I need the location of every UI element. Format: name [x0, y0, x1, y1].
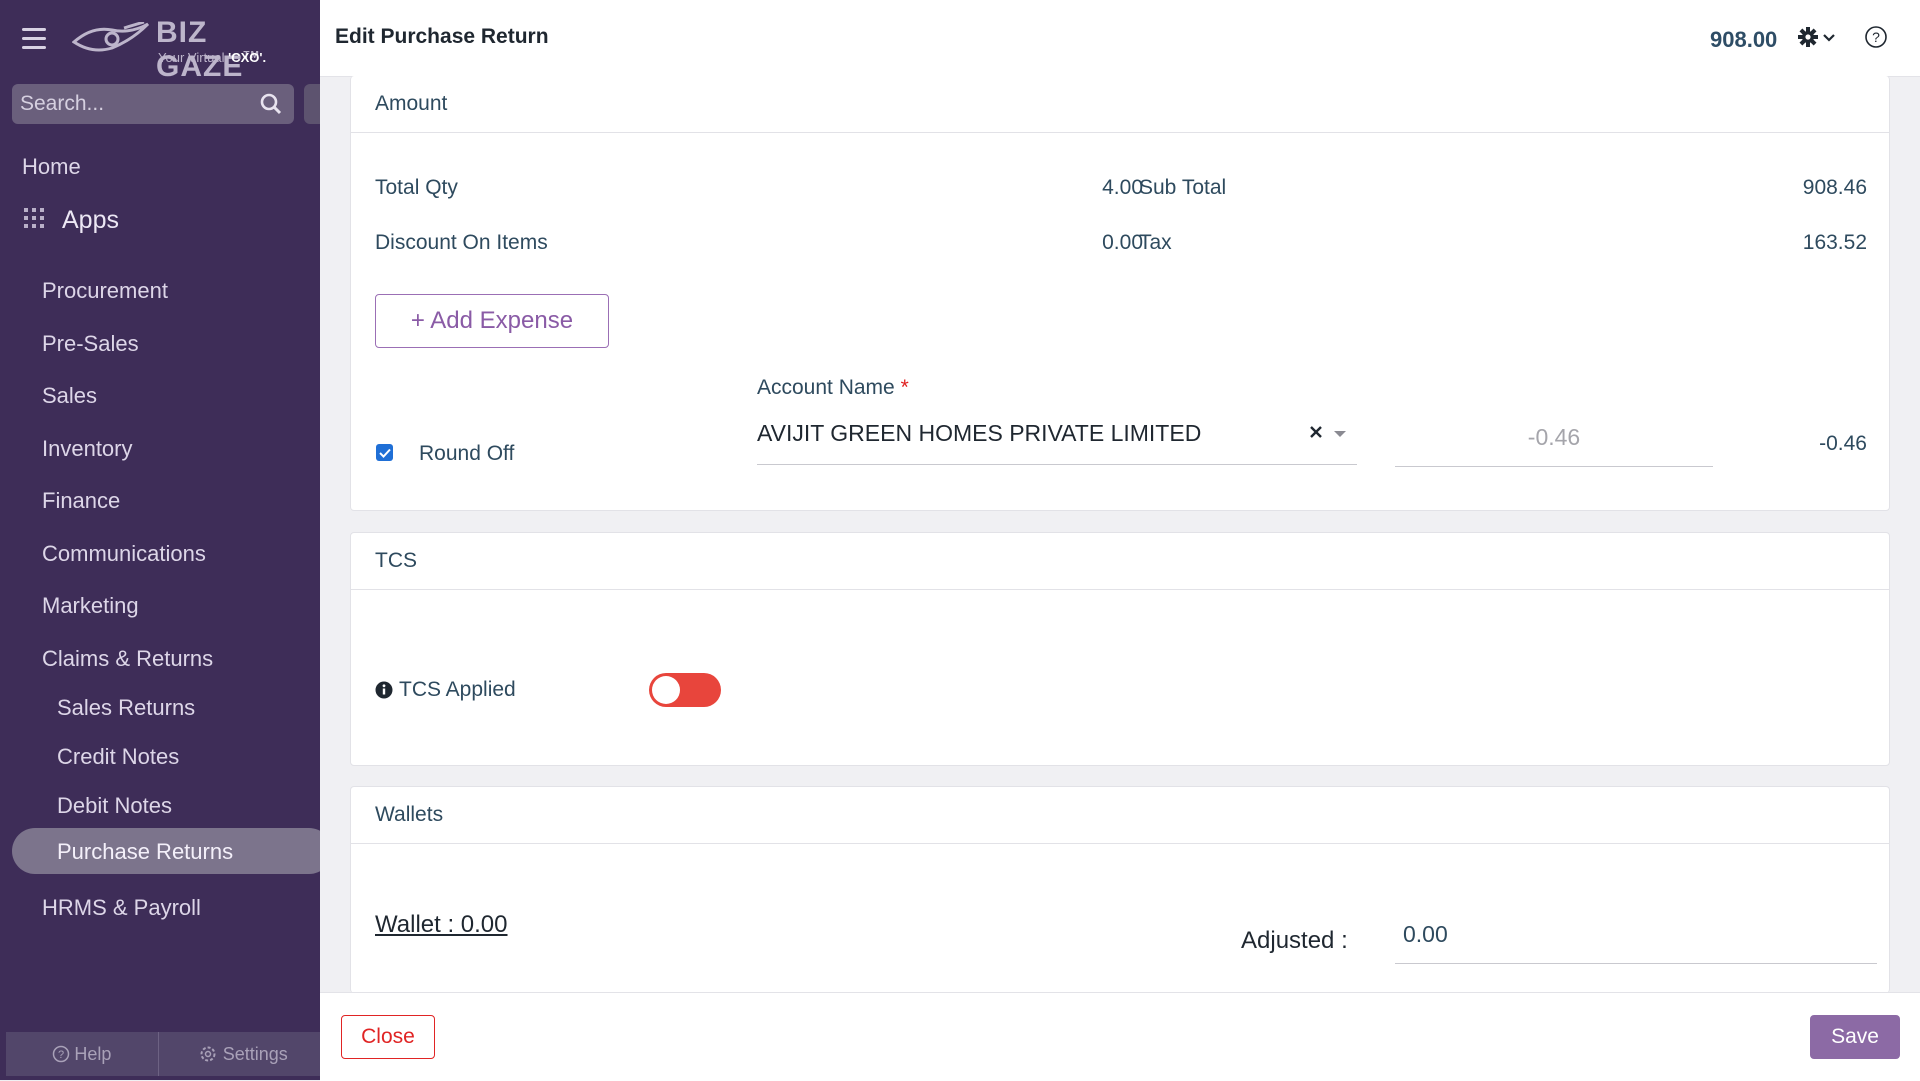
round-off-value: -0.46 — [1819, 432, 1867, 455]
sidebar-footer: ? Help Settings — [6, 1032, 320, 1076]
account-name-label: Account Name * — [757, 376, 909, 400]
sidebar-item-label: Sales — [42, 383, 98, 408]
toggle-knob — [652, 676, 680, 704]
gear-icon[interactable] — [1798, 27, 1818, 47]
total-qty-label: Total Qty — [375, 176, 458, 199]
tcs-card: TCS TCS Applied — [350, 532, 1890, 766]
sidebar-item-hrms-payroll[interactable]: HRMS & Payroll — [0, 887, 320, 927]
save-button[interactable]: Save — [1810, 1015, 1900, 1059]
sidebar-item-label: Apps — [62, 206, 119, 234]
logo-eye-icon — [72, 22, 150, 52]
sidebar-item-label: Debit Notes — [57, 793, 172, 818]
close-button[interactable]: Close — [341, 1015, 435, 1059]
amount-card: Amount Total Qty 4.00 Sub Total 908.46 D… — [350, 76, 1890, 511]
main-content: Edit Purchase Return 908.00 ? Amount Tot… — [320, 0, 1920, 1081]
amount-card-heading: Amount — [351, 76, 1889, 133]
sidebar-item-label: Credit Notes — [57, 744, 180, 769]
tcs-card-heading: TCS — [351, 533, 1889, 590]
sidebar-item-label: Inventory — [42, 436, 133, 461]
bizgaze-logo[interactable]: BIZ GAZETM Your Virtual 'CXO'. — [72, 16, 292, 83]
sidebar: BIZ GAZETM Your Virtual 'CXO'. Home — [0, 0, 320, 1080]
sidebar-item-label: Finance — [42, 488, 121, 513]
sidebar-header: BIZ GAZETM Your Virtual 'CXO'. — [0, 0, 320, 83]
settings-button[interactable]: Settings — [159, 1032, 320, 1076]
sidebar-item-label: Communications — [42, 541, 206, 566]
tcs-applied-label: TCS Applied — [399, 678, 516, 701]
sub-total-value: 908.46 — [1802, 176, 1867, 199]
sidebar-item-sales[interactable]: Sales — [0, 375, 320, 415]
wallets-card: Wallets Wallet : 0.00 Adjusted : — [350, 786, 1890, 993]
wallet-balance-link[interactable]: Wallet : 0.00 — [375, 911, 508, 939]
discount-label: Discount On Items — [375, 231, 548, 254]
settings-gear-icon — [200, 1046, 216, 1062]
tax-label: Tax — [1139, 231, 1172, 254]
sidebar-item-procurement[interactable]: Procurement — [0, 270, 320, 310]
wallets-card-heading: Wallets — [351, 787, 1889, 844]
sidebar-item-home[interactable]: Home — [0, 146, 320, 186]
svg-text:?: ? — [1872, 29, 1880, 45]
sidebar-item-label: Purchase Returns — [57, 839, 234, 864]
search-icon[interactable] — [260, 93, 282, 115]
total-qty-value: 4.00 — [1102, 176, 1143, 199]
adjusted-amount-input[interactable] — [1395, 905, 1877, 964]
page-header: Edit Purchase Return 908.00 ? — [320, 0, 1920, 77]
sidebar-item-sales-returns[interactable]: Sales Returns — [0, 687, 320, 727]
sidebar-item-purchase-returns[interactable]: Purchase Returns — [12, 828, 320, 874]
add-expense-button[interactable]: + Add Expense — [375, 294, 609, 348]
sidebar-item-marketing[interactable]: Marketing — [0, 585, 320, 625]
round-off-label: Round Off — [419, 442, 515, 465]
tax-value: 163.52 — [1802, 231, 1867, 254]
tagline-prefix: Your Virtual — [158, 50, 229, 65]
sidebar-item-pre-sales[interactable]: Pre-Sales — [0, 323, 320, 363]
account-name-select[interactable]: AVIJIT GREEN HOMES PRIVATE LIMITED — [757, 408, 1357, 465]
sub-total-label: Sub Total — [1139, 176, 1227, 199]
hamburger-menu-icon[interactable] — [22, 28, 46, 50]
sidebar-item-label: Home — [22, 154, 81, 179]
search-side-tab[interactable] — [304, 84, 320, 124]
tagline-bold: 'CXO'. — [228, 50, 267, 65]
sidebar-item-apps[interactable]: Apps — [0, 202, 320, 246]
sidebar-item-inventory[interactable]: Inventory — [0, 428, 320, 468]
account-name-label-text: Account Name — [757, 376, 895, 399]
tcs-applied-toggle[interactable] — [649, 673, 721, 707]
sidebar-item-label: Pre-Sales — [42, 331, 139, 356]
sidebar-item-credit-notes[interactable]: Credit Notes — [0, 736, 320, 776]
form-footer: Close Save — [320, 992, 1920, 1081]
sidebar-search — [12, 84, 294, 124]
clear-x-icon[interactable] — [1309, 425, 1323, 439]
help-button[interactable]: ? Help — [6, 1032, 158, 1076]
sidebar-item-label: Procurement — [42, 278, 168, 303]
chevron-down-icon[interactable] — [1822, 33, 1836, 43]
sidebar-item-finance[interactable]: Finance — [0, 480, 320, 520]
svg-text:?: ? — [58, 1049, 64, 1061]
help-label: Help — [74, 1043, 112, 1064]
sidebar-item-label: Sales Returns — [57, 695, 196, 720]
apps-grid-icon — [24, 208, 44, 228]
page-title: Edit Purchase Return — [335, 25, 549, 48]
sidebar-item-label: HRMS & Payroll — [42, 895, 201, 920]
header-total-amount: 908.00 — [1710, 27, 1778, 52]
info-circle-icon — [375, 681, 393, 699]
help-circle-icon: ? — [53, 1045, 70, 1063]
sidebar-item-label: Claims & Returns — [42, 646, 214, 671]
required-asterisk: * — [900, 376, 909, 399]
sidebar-item-label: Marketing — [42, 593, 139, 618]
help-circle-icon[interactable]: ? — [1864, 25, 1888, 49]
sidebar-item-claims-returns[interactable]: Claims & Returns — [0, 638, 320, 678]
settings-label: Settings — [222, 1043, 288, 1064]
discount-value: 0.00 — [1102, 231, 1143, 254]
account-name-selected-value: AVIJIT GREEN HOMES PRIVATE LIMITED — [757, 420, 1202, 446]
sidebar-item-communications[interactable]: Communications — [0, 533, 320, 573]
round-off-amount-input[interactable] — [1395, 408, 1713, 467]
adjusted-label: Adjusted : — [1241, 927, 1348, 954]
sidebar-item-debit-notes[interactable]: Debit Notes — [0, 785, 320, 825]
checkmark-icon — [378, 448, 391, 458]
logo-tagline: Your Virtual 'CXO'. — [158, 50, 266, 65]
search-input[interactable] — [12, 91, 252, 117]
dropdown-caret-icon[interactable] — [1333, 430, 1347, 438]
round-off-checkbox[interactable] — [376, 444, 393, 461]
